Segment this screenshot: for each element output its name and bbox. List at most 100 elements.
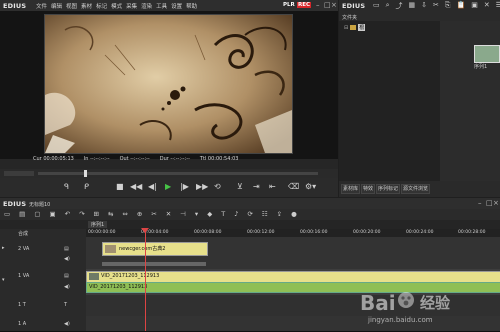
view-icon[interactable]: ☰ — [496, 1, 500, 11]
delete-icon[interactable]: ⌫ — [288, 182, 299, 192]
step-forward-icon[interactable]: |▶ — [180, 182, 189, 192]
open-icon[interactable]: ▢ — [34, 210, 40, 218]
scrub-track[interactable] — [38, 172, 318, 175]
tab-asset-library[interactable]: 素材库 — [341, 184, 361, 194]
copy-icon[interactable]: ⎘ — [445, 1, 451, 11]
track-expand-icon-1[interactable]: ▾ — [2, 277, 5, 283]
track-header-1t[interactable]: 1 T T — [0, 295, 86, 317]
menu-clip[interactable]: 素材 — [81, 2, 92, 10]
track-lane-2va[interactable]: newcger.com古典2 — [86, 237, 500, 270]
menu-mode[interactable]: 模式 — [111, 2, 122, 10]
new-sequence-icon[interactable]: ▤ — [19, 210, 25, 218]
in-timecode: --:--:--:-- — [90, 156, 110, 162]
step-back-icon[interactable]: ◀| — [148, 182, 157, 192]
export-icon[interactable]: ⇪ — [277, 210, 282, 218]
sequence-icon[interactable]: ▭ — [4, 210, 10, 218]
settings-dropdown-icon[interactable]: ⚙▾ — [305, 182, 316, 192]
timeline-minimize-icon[interactable]: – — [478, 199, 482, 207]
import-icon[interactable]: ⇩ — [421, 1, 427, 11]
timeline-close-icon[interactable]: × — [493, 199, 499, 207]
keyframe-icon[interactable]: ◆ — [207, 210, 212, 218]
menu-file[interactable]: 文件 — [36, 2, 47, 10]
insert-icon[interactable]: ⊻ — [237, 182, 243, 192]
scrub-handle[interactable] — [84, 170, 87, 177]
minimize-icon[interactable]: – — [316, 1, 320, 9]
track-title-icon[interactable]: T — [64, 302, 67, 308]
stop-icon[interactable]: ■ — [116, 182, 124, 192]
overwrite-icon[interactable]: ⇥ — [253, 182, 260, 192]
menu-render[interactable]: 渲染 — [141, 2, 152, 10]
cut-icon[interactable]: ✂ — [433, 1, 439, 11]
playhead-handle[interactable] — [141, 228, 149, 233]
render-icon[interactable]: ⟳ — [247, 210, 252, 218]
paste-icon[interactable]: 📋 — [457, 1, 466, 11]
tab-sequence-markers[interactable]: 序列标记 — [376, 184, 401, 194]
track-lock-icon[interactable]: ▤ — [64, 246, 69, 252]
menu-help[interactable]: 帮助 — [186, 2, 197, 10]
project-name: 无标题10 — [29, 202, 51, 208]
track-header-1va[interactable]: ▾ 1 VA ▤ ◀) — [0, 269, 86, 296]
marker-icon[interactable]: ▾ — [195, 210, 198, 218]
mode-icon[interactable]: ⊞ — [94, 210, 99, 218]
trim-icon[interactable]: ⊣ — [180, 210, 186, 218]
folder-icon[interactable]: ▭ — [373, 1, 380, 11]
track-lock-icon-1[interactable]: ▤ — [64, 273, 69, 279]
replace-icon[interactable]: ⇤ — [269, 182, 276, 192]
set-out-icon[interactable]: ᑭ — [84, 182, 89, 192]
title-icon[interactable]: T — [221, 210, 225, 218]
delete-clip-icon[interactable]: ✕ — [166, 210, 171, 218]
sequence-thumbnail[interactable] — [474, 45, 500, 63]
menu-tools[interactable]: 工具 — [156, 2, 167, 10]
delete-bin-icon[interactable]: ✕ — [484, 1, 490, 11]
track-header-2va[interactable]: ▸ 2 VA ▤ ◀) — [0, 237, 86, 270]
new-folder-icon[interactable]: ▦ — [409, 1, 416, 11]
up-folder-icon[interactable]: ⤴ — [396, 1, 403, 11]
search-icon[interactable]: ⌕ — [386, 1, 390, 11]
track-audio-icon-a[interactable]: ◀) — [64, 321, 70, 327]
menu-edit[interactable]: 编辑 — [51, 2, 62, 10]
mixer-icon[interactable]: ☷ — [262, 210, 268, 218]
play-icon[interactable]: ▶ — [165, 182, 171, 192]
snap-icon[interactable]: ⊕ — [137, 210, 142, 218]
clip-track2-audio[interactable] — [102, 262, 206, 266]
plr-indicator[interactable]: PLR — [283, 2, 295, 8]
sync-icon[interactable]: ⇆ — [108, 210, 113, 218]
record-icon[interactable]: ● — [291, 210, 297, 218]
tab-effects[interactable]: 特效 — [361, 184, 376, 194]
split-icon[interactable]: ✂ — [151, 210, 156, 218]
set-in-icon[interactable]: ᑫ — [64, 182, 69, 192]
fast-forward-icon[interactable]: ▶▶ — [196, 182, 208, 192]
redo-icon[interactable]: ↷ — [79, 210, 84, 218]
undo-icon[interactable]: ↶ — [65, 210, 70, 218]
rec-indicator[interactable]: REC — [297, 2, 312, 8]
shuttle-slider[interactable] — [4, 171, 34, 176]
menu-marker[interactable]: 标记 — [96, 2, 107, 10]
mic-icon[interactable]: ♪ — [234, 210, 238, 218]
tab-sequence-1[interactable]: 序列1 — [88, 221, 108, 228]
sequence-thumbnail-label: 序列1 — [474, 64, 488, 70]
playhead[interactable] — [145, 229, 146, 331]
tab-source-browser[interactable]: 源文件浏览 — [401, 184, 431, 194]
ruler-tick-4: 00:00:16:00 — [300, 230, 328, 235]
track-expand-icon[interactable]: ▸ — [2, 245, 5, 251]
position-scrubber[interactable] — [0, 169, 338, 178]
ripple-icon[interactable]: ⇔ — [122, 210, 127, 218]
properties-icon[interactable]: ▣ — [471, 1, 478, 11]
ruler-tick-2: 00:00:08:00 — [194, 230, 222, 235]
menu-capture[interactable]: 采集 — [126, 2, 137, 10]
maximize-icon[interactable]: □ — [324, 1, 331, 9]
collapse-icon[interactable]: ⊟ — [344, 25, 348, 31]
timeline-maximize-icon[interactable]: □ — [486, 199, 493, 207]
menu-settings[interactable]: 设置 — [171, 2, 182, 10]
track-audio-icon[interactable]: ◀) — [64, 256, 70, 262]
track-audio-icon-1[interactable]: ◀) — [64, 284, 70, 290]
menu-view[interactable]: 视图 — [66, 2, 77, 10]
close-icon[interactable]: × — [331, 1, 337, 9]
rewind-icon[interactable]: ◀◀ — [130, 182, 142, 192]
loop-icon[interactable]: ⟲ — [214, 182, 221, 192]
track-header-1a[interactable]: 1 A ◀) — [0, 316, 86, 332]
clip-track2[interactable]: newcger.com古典2 — [102, 242, 208, 256]
save-icon[interactable]: ▣ — [49, 210, 55, 218]
folder-root[interactable]: ⊟ 根 — [344, 24, 366, 31]
watermark-url: jingyan.baidu.com — [368, 316, 433, 324]
